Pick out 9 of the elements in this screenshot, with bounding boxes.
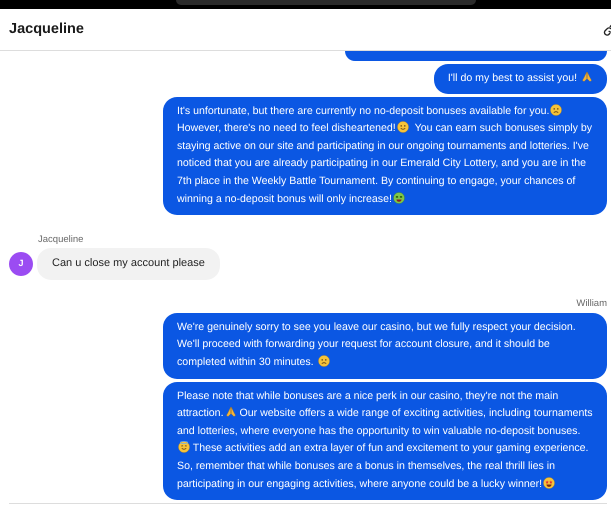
message-bubble: I'll do my best to assist you! [434,64,607,94]
sender-name: William [576,298,607,310]
avatar: J [9,252,33,276]
sender-name: Jacqueline [38,234,84,246]
chat-title: Jacqueline [9,20,84,39]
message-bubble: It's unfortunate, but there are currently no no-deposit bonuses available for you. However, there's no need to feel disheartened! You can earn such bonuses simply by staying active on our site and participating in our ongoing tournaments and lotteries. I've noticed that you are already participating in our Emerald City Lottery, and you are in the 7th place in the Weekly Battle Tournament. By continuing to engage, your chances of winning a no-deposit bonus will only increase! [163,96,607,216]
message-bubble: Can u close my account please [37,248,220,280]
message-bubble: Please note that while bonuses are a nice perk in our casino, they're not the main attraction. Our website offers a wide range of exciting activities, including tournaments and lotteries, where everyone has the opportunity to win valuable no-deposit bonuses. These activities add an extra layer of fun and excitement to your gaming experience. So, remember that while bonuses are a bonus in themselves, the real thrill lies in participating in our engaging activities, where anyone could be a lucky winner! [163,382,607,500]
message-bubble: We're genuinely sorry to see you leave our casino, but we fully respect your decision. We'll proceed with forwarding your request for account closure, and it should be completed within 30 minutes. [163,312,607,379]
